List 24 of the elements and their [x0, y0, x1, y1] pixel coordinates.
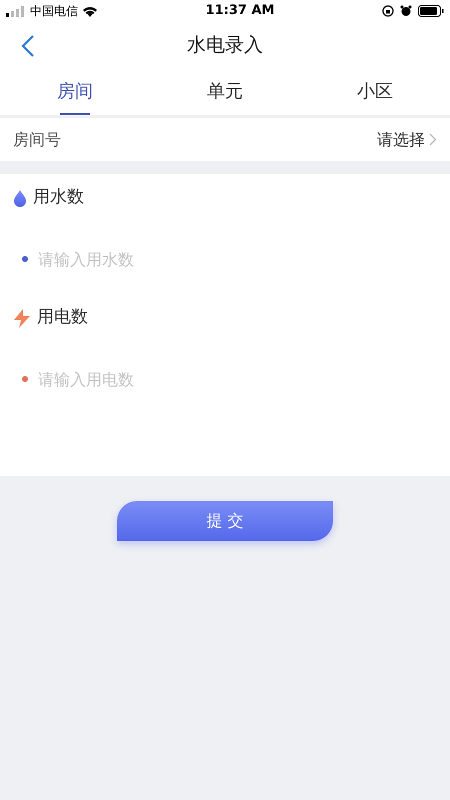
page-title: 水电录入 [187, 32, 263, 58]
clock-time: 11:37 AM [206, 2, 274, 20]
chevron-icon [429, 133, 437, 146]
carrier-name: 中国电信 [30, 3, 78, 20]
wifi-icon [82, 5, 98, 17]
row-label: 房间号 [13, 128, 61, 150]
input-field[interactable]: 请输入用电数 [38, 364, 418, 394]
field-label: 用电数 [37, 306, 88, 330]
tab[interactable]: 单元 [150, 68, 300, 115]
signal-icon [6, 6, 26, 16]
back-icon [21, 34, 35, 58]
battery-icon [418, 5, 444, 17]
alarm-icon [400, 5, 412, 17]
row-value: 请选择 [377, 128, 425, 150]
room-select-row[interactable]: 房间号 请选择 [0, 118, 450, 161]
submit-button[interactable]: 提 交 [117, 501, 333, 541]
field-label: 用水数 [33, 186, 84, 210]
water-drop-icon [13, 190, 27, 206]
tab[interactable]: 房间 [0, 68, 150, 115]
tab[interactable]: 小区 [300, 68, 450, 115]
lightning-icon [13, 308, 31, 328]
input-field[interactable]: 请输入用水数 [38, 244, 418, 274]
tab-underline [60, 113, 90, 115]
lock-rotation-icon [382, 5, 394, 17]
